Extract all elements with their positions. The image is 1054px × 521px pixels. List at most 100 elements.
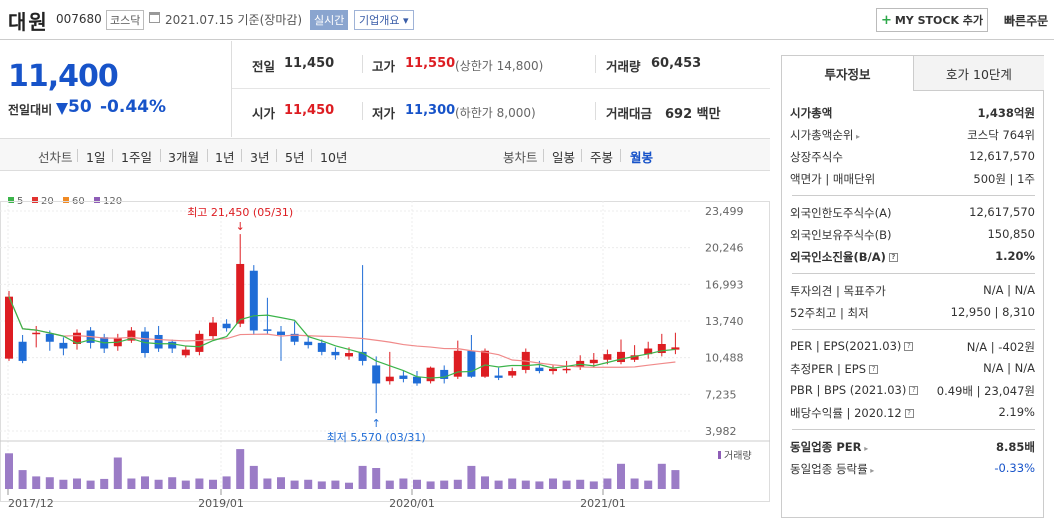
candlestick-chart-svg: 5 20 60 12023,49920,24616,99313,74010,4887,… xyxy=(0,196,770,510)
legend-swatch-20 xyxy=(32,197,38,203)
chevron-right-icon[interactable]: ▸ xyxy=(868,466,874,475)
help-icon[interactable]: ? xyxy=(888,253,898,262)
info-row-value: 코스닥 764위 xyxy=(967,128,1035,142)
volume-bar xyxy=(358,465,367,489)
period-5y[interactable]: 5년 xyxy=(285,147,304,166)
lower-limit: (하한가 8,000) xyxy=(455,106,536,120)
volume-bar xyxy=(576,479,585,489)
volume-bar xyxy=(630,478,639,489)
info-row-label: PBR | BPS (2021.03)? xyxy=(790,383,919,397)
volume-bar xyxy=(73,478,81,489)
amount-label: 거래대금 xyxy=(606,106,653,121)
candle-body xyxy=(345,353,353,357)
period-10y[interactable]: 10년 xyxy=(320,147,347,166)
volume-bar xyxy=(671,470,680,489)
divider xyxy=(543,149,544,162)
amount-value: 692 백만 xyxy=(665,107,721,122)
section-divider xyxy=(792,195,1035,196)
candle-body xyxy=(45,333,54,342)
volume-bar xyxy=(617,463,625,489)
candle-body xyxy=(494,375,503,378)
candle-body xyxy=(331,351,340,356)
down-triangle-icon xyxy=(56,103,68,115)
info-row-label: 시가총액 xyxy=(790,106,833,120)
quick-order-link[interactable]: 빠른주문 xyxy=(1004,12,1048,29)
info-row-label: 시가총액순위 ▸ xyxy=(790,128,861,142)
info-row: 외국인보유주식수(B) 150,850 xyxy=(790,227,1035,245)
tab-investment-info[interactable]: 투자정보 xyxy=(782,56,913,91)
help-icon[interactable]: ? xyxy=(909,386,919,395)
candle-daily[interactable]: 일봉 xyxy=(552,147,575,166)
divider xyxy=(77,149,78,162)
info-row: 시가총액 1,438억원 xyxy=(790,105,1035,123)
volume-bar xyxy=(45,477,54,489)
chevron-right-icon[interactable]: ▸ xyxy=(853,132,860,141)
high-label: 고가 xyxy=(372,59,396,74)
info-row-label: 투자의견 | 목표주가 xyxy=(790,284,886,298)
chevron-down-icon: ▾ xyxy=(402,14,409,27)
volume-bar xyxy=(113,457,122,489)
volume-bar xyxy=(317,481,326,489)
info-row-value: 0.49배 | 23,047원 xyxy=(936,384,1035,398)
info-row: 시가총액순위 ▸ 코스닥 764위 xyxy=(790,127,1035,145)
candle-body xyxy=(508,371,517,376)
chevron-right-icon[interactable]: ▸ xyxy=(861,444,868,453)
info-row-value: 150,850 xyxy=(987,227,1035,241)
volume-bar xyxy=(304,479,313,489)
company-overview-label: 기업개요 xyxy=(359,14,400,27)
volume-bar xyxy=(277,477,285,489)
candle-body xyxy=(317,342,326,352)
stats-divider xyxy=(232,88,770,89)
volume-bar xyxy=(562,480,571,489)
period-3y[interactable]: 3년 xyxy=(250,147,269,166)
info-row-label: PER | EPS(2021.03)? xyxy=(790,339,914,353)
x-tick-label: 2020/01 xyxy=(389,497,435,510)
help-icon[interactable]: ? xyxy=(904,409,914,418)
high-annotation: 최고 21,450 (05/31) xyxy=(187,206,293,219)
candle-monthly[interactable]: 월봉 xyxy=(630,147,653,166)
volume-bar xyxy=(263,478,272,489)
section-divider xyxy=(792,429,1035,430)
info-row: 외국인소진율(B/A)? 1.20% xyxy=(790,249,1035,267)
volume-bar xyxy=(331,480,340,489)
volume-bar xyxy=(290,480,299,489)
legend-swatch-60 xyxy=(63,197,69,203)
period-3m[interactable]: 3개월 xyxy=(168,147,199,166)
investment-info-body: 시가총액 1,438억원 시가총액순위 ▸ 코스닥 764위 상장주식수 12,617,5… xyxy=(782,91,1043,511)
candle-body xyxy=(154,334,163,349)
candle-body xyxy=(263,329,272,331)
volume-bar xyxy=(236,449,245,489)
change-label: 전일대비 xyxy=(8,103,53,117)
legend-swatch-5 xyxy=(8,197,14,203)
help-icon[interactable]: ? xyxy=(869,365,879,374)
section-divider xyxy=(792,329,1035,330)
realtime-badge[interactable]: 실시간 xyxy=(310,10,349,30)
volume-bar xyxy=(127,478,136,489)
info-row-value: 12,617,570 xyxy=(969,149,1035,163)
info-row-value: -0.33% xyxy=(994,461,1035,475)
x-tick-label: 2021/01 xyxy=(580,497,626,510)
line-chart-label: 선차트 xyxy=(38,150,73,165)
volume-bar xyxy=(222,476,231,489)
volume-bar xyxy=(508,478,517,489)
volume-bar xyxy=(385,480,394,489)
info-row-label: 외국인보유주식수(B) xyxy=(790,228,892,242)
info-row-label: 동일업종 PER ▸ xyxy=(790,440,869,454)
volume-bar xyxy=(413,479,421,489)
period-1w[interactable]: 1주일 xyxy=(121,147,152,166)
tab-orderbook[interactable]: 호가 10단계 xyxy=(913,56,1044,91)
help-icon[interactable]: ? xyxy=(904,342,914,351)
period-1y[interactable]: 1년 xyxy=(215,147,234,166)
volume-bar xyxy=(657,463,666,489)
stock-code: 007680 xyxy=(56,12,102,26)
company-overview-dropdown[interactable]: 기업개요 ▾ xyxy=(354,10,414,30)
info-row: 투자의견 | 목표주가 N/A | N/A xyxy=(790,283,1035,301)
divider xyxy=(311,149,312,162)
add-mystock-button[interactable]: + MY STOCK 추가 xyxy=(876,8,988,32)
divider xyxy=(160,149,161,162)
volume-bar xyxy=(18,470,27,489)
candle-weekly[interactable]: 주봉 xyxy=(590,147,613,166)
period-1d[interactable]: 1일 xyxy=(86,147,105,166)
candle-body xyxy=(481,350,489,377)
candle-body xyxy=(426,367,435,382)
